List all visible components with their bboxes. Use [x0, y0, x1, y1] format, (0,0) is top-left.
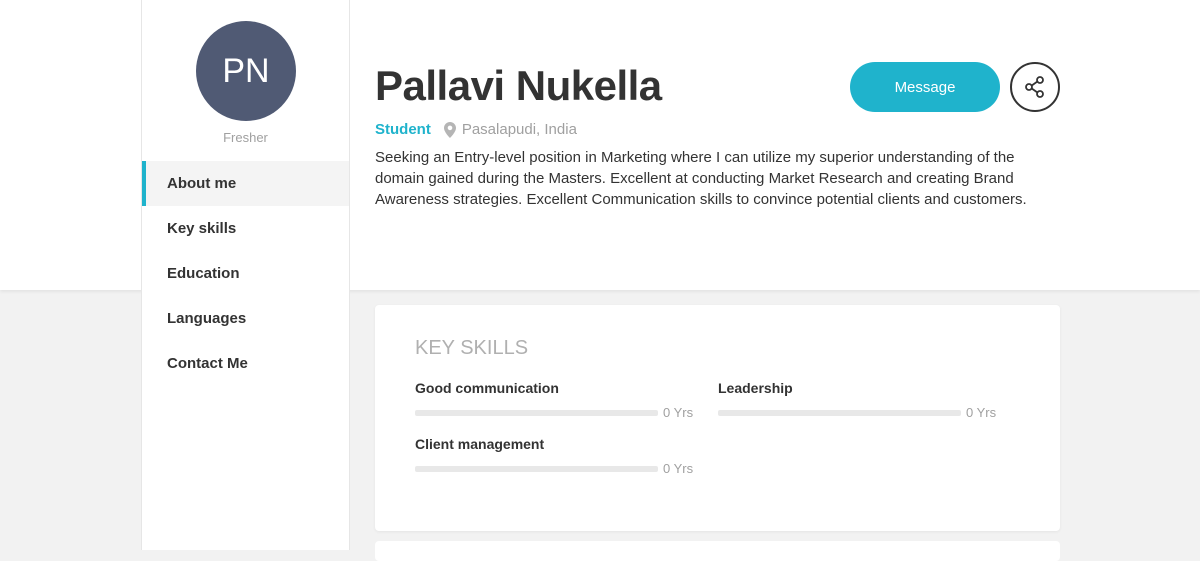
share-icon: [1025, 76, 1044, 98]
location-pin-icon: [443, 121, 456, 138]
message-button[interactable]: Message: [850, 62, 1000, 112]
sidebar: PN Fresher About me Key skills Education…: [141, 0, 350, 550]
skill-item: Leadership 0 Yrs: [718, 380, 998, 420]
skill-years: 0 Yrs: [966, 405, 997, 420]
skill-bar: [415, 409, 658, 416]
skill-bar: [415, 465, 658, 472]
skill-name: Good communication: [415, 380, 559, 396]
nav-item-contact-me[interactable]: Contact Me: [142, 341, 349, 386]
profile-location: Pasalapudi, India: [461, 121, 577, 138]
key-skills-card: KEY SKILLS Good communication 0 Yrs Lead…: [375, 305, 1060, 531]
profile-role: Fresher: [223, 130, 268, 145]
share-button[interactable]: [1010, 62, 1060, 112]
nav-item-languages[interactable]: Languages: [142, 296, 349, 341]
profile-tagline: Student Pasalapudi, India: [375, 121, 577, 138]
skill-years: 0 Yrs: [663, 461, 694, 476]
skill-item: Client management 0 Yrs: [415, 436, 695, 476]
skill-item: Good communication 0 Yrs: [415, 380, 695, 420]
skill-years: 0 Yrs: [663, 405, 694, 420]
profile-type: Student: [375, 121, 431, 138]
nav-item-education[interactable]: Education: [142, 251, 349, 296]
avatar-initials: PN: [222, 51, 270, 90]
nav-item-key-skills[interactable]: Key skills: [142, 206, 349, 251]
skill-name: Client management: [415, 436, 545, 452]
nav-item-about-me[interactable]: About me: [142, 161, 349, 206]
profile-bio: Seeking an Entry-level position in Marke…: [375, 149, 1027, 208]
avatar: PN: [196, 21, 296, 121]
skill-name: Leadership: [718, 380, 793, 396]
next-section-card: [375, 541, 1060, 561]
sidebar-nav: About me Key skills Education Languages …: [142, 161, 349, 386]
profile-name: Pallavi Nukella: [375, 62, 662, 109]
key-skills-title: KEY SKILLS: [415, 337, 529, 359]
skill-bar: [718, 409, 961, 416]
